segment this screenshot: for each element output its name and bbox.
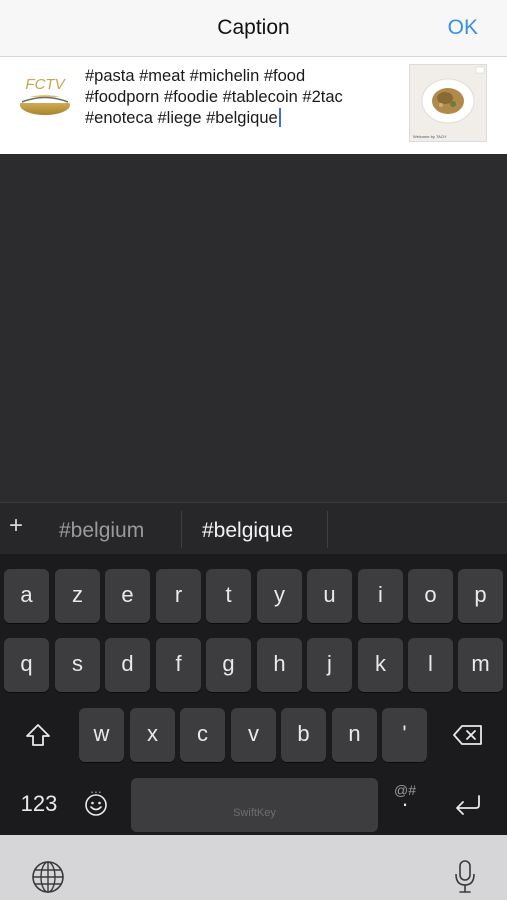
key-a[interactable]: a <box>4 569 49 623</box>
shift-icon <box>26 724 50 747</box>
return-icon <box>456 795 480 816</box>
globe-button[interactable] <box>31 860 65 894</box>
key-d[interactable]: d <box>105 638 150 692</box>
shift-key[interactable] <box>4 708 72 762</box>
microphone-icon <box>455 860 475 893</box>
logo-text: FCTV <box>25 76 66 93</box>
key-apostrophe[interactable]: ' <box>382 708 427 762</box>
photo-thumbnail[interactable]: Welcome by TAOY <box>409 64 487 142</box>
key-y[interactable]: y <box>257 569 302 623</box>
key-t[interactable]: t <box>206 569 251 623</box>
profile-logo: FCTV <box>18 71 72 121</box>
backspace-key[interactable] <box>434 708 502 762</box>
key-w[interactable]: w <box>79 708 124 762</box>
suggestion-1[interactable]: #belgium <box>59 519 144 543</box>
key-g[interactable]: g <box>206 638 251 692</box>
key-k[interactable]: k <box>358 638 403 692</box>
key-b[interactable]: b <box>281 708 326 762</box>
microphone-button[interactable] <box>453 859 477 895</box>
text-cursor <box>278 108 281 127</box>
system-keyboard-bar <box>0 835 507 900</box>
suggestion-plus-button[interactable]: + <box>9 512 23 540</box>
return-key[interactable] <box>434 778 502 832</box>
suggestion-divider <box>181 511 182 548</box>
key-v[interactable]: v <box>231 708 276 762</box>
suggestion-divider <box>327 511 328 548</box>
caption-text: #pasta #meat #michelin #food #foodporn #… <box>85 67 343 127</box>
backspace-icon <box>453 725 482 746</box>
numbers-key[interactable]: 123 <box>4 778 74 832</box>
key-h[interactable]: h <box>257 638 302 692</box>
empty-content-area <box>0 154 507 502</box>
key-p[interactable]: p <box>458 569 503 623</box>
globe-icon <box>32 861 64 893</box>
key-x[interactable]: x <box>130 708 175 762</box>
symbols-key[interactable]: @# · <box>381 778 429 832</box>
key-j[interactable]: j <box>307 638 352 692</box>
key-l[interactable]: l <box>408 638 453 692</box>
keyboard: + #belgium #belgique a z e r t y u i o p… <box>0 502 507 835</box>
key-z[interactable]: z <box>55 569 100 623</box>
key-o[interactable]: o <box>408 569 453 623</box>
navigation-bar: Caption OK <box>0 0 507 57</box>
space-key[interactable]: SwiftKey <box>131 778 378 832</box>
key-n[interactable]: n <box>332 708 377 762</box>
key-i[interactable]: i <box>358 569 403 623</box>
suggestion-bar: + #belgium #belgique <box>0 502 507 554</box>
key-f[interactable]: f <box>156 638 201 692</box>
key-e[interactable]: e <box>105 569 150 623</box>
page-title: Caption <box>217 16 290 39</box>
key-s[interactable]: s <box>55 638 100 692</box>
key-c[interactable]: c <box>180 708 225 762</box>
caption-input[interactable]: #pasta #meat #michelin #food #foodporn #… <box>85 66 395 129</box>
key-r[interactable]: r <box>156 569 201 623</box>
space-label: SwiftKey <box>233 807 276 819</box>
ok-button[interactable]: OK <box>448 16 478 40</box>
emoji-key[interactable]: ... <box>74 778 118 832</box>
key-m[interactable]: m <box>458 638 503 692</box>
key-q[interactable]: q <box>4 638 49 692</box>
caption-area: FCTV #pasta #meat #michelin #food #foodp… <box>0 57 507 154</box>
emoji-hint: ... <box>90 780 102 796</box>
suggestion-2[interactable]: #belgique <box>202 519 293 543</box>
thumbnail-caption: Welcome by TAOY <box>413 134 447 139</box>
key-u[interactable]: u <box>307 569 352 623</box>
